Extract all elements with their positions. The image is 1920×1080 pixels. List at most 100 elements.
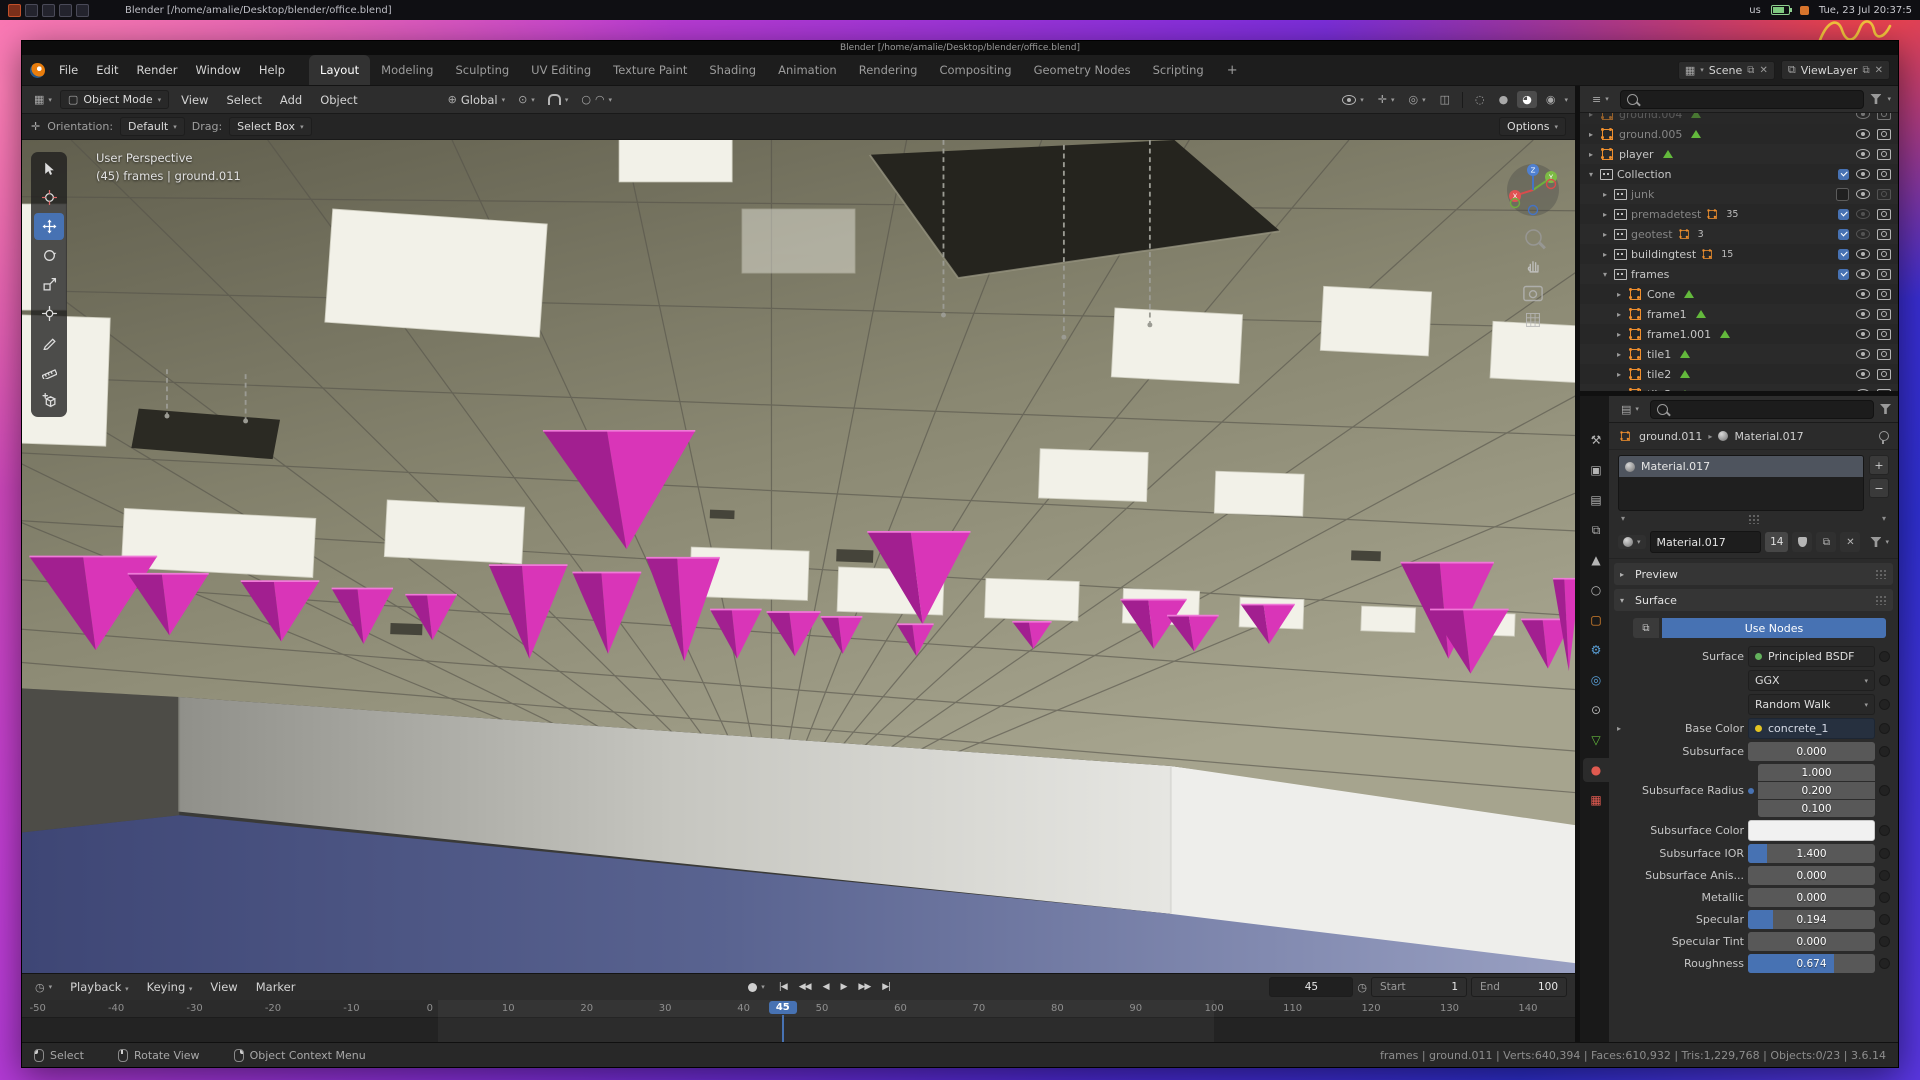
- shading-material-button[interactable]: ◕: [1517, 91, 1537, 108]
- eye-icon[interactable]: [1856, 389, 1870, 391]
- mode-dropdown[interactable]: ▢ Object Mode ▾: [60, 90, 169, 109]
- chevron-down-icon[interactable]: ▾: [1882, 514, 1886, 523]
- properties-search-input[interactable]: [1650, 400, 1874, 419]
- multi-value-subsurface-radius[interactable]: 1.0000.2000.100: [1758, 764, 1875, 817]
- menu-file[interactable]: File: [50, 60, 87, 80]
- xray-toggle[interactable]: ◫: [1435, 91, 1455, 108]
- camera-icon[interactable]: [1877, 269, 1891, 280]
- properties-tab-world[interactable]: ○: [1583, 578, 1609, 602]
- use-nodes-button[interactable]: Use Nodes: [1662, 618, 1886, 638]
- filter-icon[interactable]: [1870, 94, 1881, 104]
- decorator-icon[interactable]: [1879, 825, 1890, 836]
- playhead-label[interactable]: 45: [769, 1001, 797, 1014]
- tab-uv-editing[interactable]: UV Editing: [520, 55, 602, 85]
- tool-select-box[interactable]: [34, 155, 64, 182]
- outliner-row-ground-004[interactable]: ▸ground.004: [1580, 113, 1898, 124]
- slider-subsurface-anis[interactable]: 0.000: [1748, 866, 1875, 885]
- slot-specials-icon[interactable]: ▾: [1621, 514, 1625, 523]
- tool-transform[interactable]: [34, 300, 64, 327]
- eye-icon[interactable]: [1856, 113, 1870, 119]
- material-users-count[interactable]: 14: [1765, 532, 1788, 552]
- timeline-menu-view[interactable]: View: [201, 977, 246, 997]
- expand-icon[interactable]: ▸: [1600, 230, 1610, 239]
- surface-panel-header[interactable]: ▾ Surface: [1614, 589, 1893, 611]
- color-swatch-subsurface-color[interactable]: [1748, 820, 1875, 841]
- slider-specular[interactable]: 0.194: [1748, 910, 1875, 929]
- camera-icon[interactable]: [1877, 369, 1891, 380]
- properties-tab-material[interactable]: ●: [1583, 758, 1609, 782]
- decorator-icon[interactable]: [1879, 699, 1890, 710]
- expand-icon[interactable]: ▸: [1614, 390, 1624, 392]
- slider-subsurface[interactable]: 0.000: [1748, 742, 1875, 761]
- outliner-row-ground-005[interactable]: ▸ground.005: [1580, 124, 1898, 144]
- decorator-icon[interactable]: [1879, 785, 1890, 796]
- add-workspace-button[interactable]: +: [1216, 63, 1249, 78]
- camera-icon[interactable]: [1877, 289, 1891, 300]
- outliner-row-buildingtest[interactable]: ▸buildingtest15: [1580, 244, 1898, 264]
- decorator-icon[interactable]: [1879, 675, 1890, 686]
- decorator-icon[interactable]: [1879, 848, 1890, 859]
- properties-tab-texture[interactable]: ▦: [1583, 788, 1609, 812]
- decorator-icon[interactable]: [1879, 914, 1890, 925]
- browse-material-button[interactable]: ▾: [1618, 535, 1646, 549]
- camera-icon[interactable]: [1877, 389, 1891, 392]
- expand-icon[interactable]: ▸: [1614, 310, 1624, 319]
- eye-icon[interactable]: [1856, 129, 1870, 139]
- outliner-row-cone[interactable]: ▸Cone: [1580, 284, 1898, 304]
- tool-scale[interactable]: [34, 271, 64, 298]
- timeline-menu-marker[interactable]: Marker: [247, 977, 305, 997]
- remove-slot-button[interactable]: −: [1869, 478, 1889, 498]
- menu-field-random-walk[interactable]: Random Walk▾: [1748, 694, 1875, 715]
- next-keyframe-button[interactable]: ▶▶: [853, 980, 875, 994]
- slider-subsurface-ior[interactable]: 1.400: [1748, 844, 1875, 863]
- tab-scripting[interactable]: Scripting: [1142, 55, 1215, 85]
- proportional-editing-toggle[interactable]: ○ ◠ ▾: [576, 91, 617, 108]
- outliner-row-premadetest[interactable]: ▸premadetest35: [1580, 204, 1898, 224]
- 3d-viewport[interactable]: User Perspective (45) frames | ground.01…: [22, 140, 1575, 973]
- tab-rendering[interactable]: Rendering: [848, 55, 929, 85]
- object-visibility-dropdown[interactable]: ▾: [1337, 93, 1369, 107]
- preview-panel-header[interactable]: ▸ Preview: [1614, 563, 1893, 585]
- close-icon[interactable]: ✕: [1759, 65, 1767, 76]
- tab-texture-paint[interactable]: Texture Paint: [602, 55, 698, 85]
- viewport-menu-view[interactable]: View: [172, 90, 217, 110]
- scene-selector[interactable]: ▦ ▾ Scene ⧉ ✕: [1678, 61, 1775, 80]
- viewport-menu-add[interactable]: Add: [271, 90, 311, 110]
- orientation-dropdown[interactable]: Default ▾: [120, 117, 185, 136]
- workspace-indicator-3[interactable]: [42, 4, 55, 17]
- shading-rendered-button[interactable]: ◉: [1541, 91, 1561, 108]
- outliner-editor-type-button[interactable]: ≡ ▾: [1587, 91, 1614, 108]
- properties-tab-render[interactable]: ▣: [1583, 458, 1609, 482]
- frame-end-field[interactable]: End 100: [1471, 977, 1567, 997]
- eye-icon[interactable]: [1856, 149, 1870, 159]
- drag-grip-icon[interactable]: [1875, 595, 1887, 605]
- menu-window[interactable]: Window: [186, 60, 249, 80]
- camera-icon[interactable]: [1877, 309, 1891, 320]
- filter-icon[interactable]: [1870, 537, 1881, 547]
- viewport-menu-object[interactable]: Object: [311, 90, 366, 110]
- eye-icon[interactable]: [1856, 209, 1870, 219]
- shader-value-field[interactable]: Principled BSDF: [1748, 646, 1875, 667]
- play-reverse-button[interactable]: ◀: [818, 980, 834, 994]
- timeline-menu-keying[interactable]: Keying ▾: [138, 977, 202, 997]
- timeline-editor-type-button[interactable]: ◷ ▾: [30, 979, 57, 996]
- breadcrumb-material[interactable]: Material.017: [1734, 430, 1803, 443]
- close-icon[interactable]: ✕: [1875, 65, 1883, 76]
- decorator-icon[interactable]: [1879, 936, 1890, 947]
- shading-solid-button[interactable]: ●: [1494, 91, 1514, 108]
- workspace-indicator-2[interactable]: [25, 4, 38, 17]
- outliner-row-frame1-001[interactable]: ▸frame1.001: [1580, 324, 1898, 344]
- tab-geometry-nodes[interactable]: Geometry Nodes: [1023, 55, 1142, 85]
- eye-icon[interactable]: [1856, 249, 1870, 259]
- camera-icon[interactable]: [1877, 249, 1891, 260]
- decorator-icon[interactable]: [1879, 746, 1890, 757]
- expand-icon[interactable]: ▸: [1614, 290, 1624, 299]
- expand-icon[interactable]: ▸: [1600, 210, 1610, 219]
- filter-icon[interactable]: [1880, 404, 1891, 414]
- play-button[interactable]: ▶: [836, 980, 852, 994]
- workspace-indicator-4[interactable]: [59, 4, 72, 17]
- slider-specular-tint[interactable]: 0.000: [1748, 932, 1875, 951]
- camera-icon[interactable]: [1877, 129, 1891, 140]
- linked-texture-field[interactable]: concrete_1: [1748, 718, 1875, 739]
- eye-icon[interactable]: [1856, 329, 1870, 339]
